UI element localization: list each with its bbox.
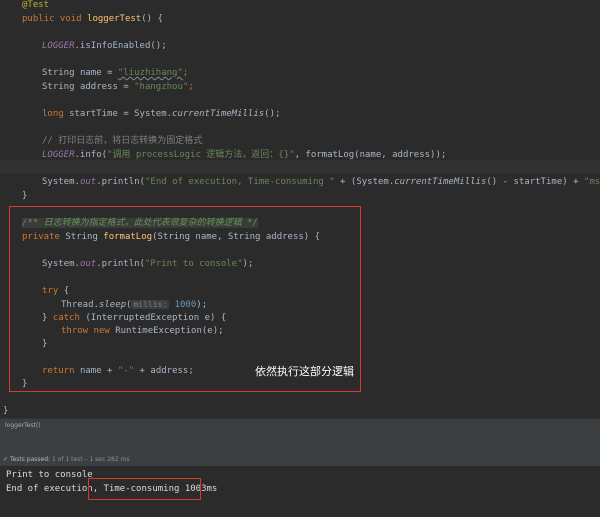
highlight-box-console [88,478,201,500]
check-icon: ✔ [3,456,9,463]
code-line-logger-info: LOGGER.info("调用 processLogic 逻辑方法，返回：{}"… [42,150,447,160]
tests-passed-label: Tests passed: [9,456,52,463]
code-line-println-end: System.out.println("End of execution, Ti… [42,177,600,187]
code-line-starttime: long startTime = System.currentTimeMilli… [42,109,281,119]
code-line-test-signature: public void loggerTest() { [22,14,163,24]
run-toolbar [0,436,600,453]
test-status-bar: ✔ Tests passed: 1 of 1 test – 1 sec 282 … [0,453,600,467]
code-line-comment: // 打印日志前，将日志转换为固定格式 [42,136,203,146]
tests-passed-detail: of 1 test – 1 sec 282 ms [55,456,130,463]
tab-loggertest[interactable]: loggerTest() [5,422,41,429]
code-line-isinfo: LOGGER.isInfoEnabled(); [42,41,167,51]
console-line-print: Print to console [6,470,93,480]
current-line-highlight [0,160,600,174]
code-line-class-end: } [3,406,9,416]
code-line-address: String address = "hangzhou"; [42,82,194,92]
code-line-annotation: @Test [22,0,50,10]
code-editor[interactable]: @Test public void loggerTest() { LOGGER.… [0,0,600,418]
run-tab-bar: loggerTest() [0,418,600,437]
code-line-name: String name = "liuzhihang"; [42,68,189,78]
annotation-label: 依然执行这部分逻辑 [255,365,354,378]
code-line-brace: } [22,191,28,201]
